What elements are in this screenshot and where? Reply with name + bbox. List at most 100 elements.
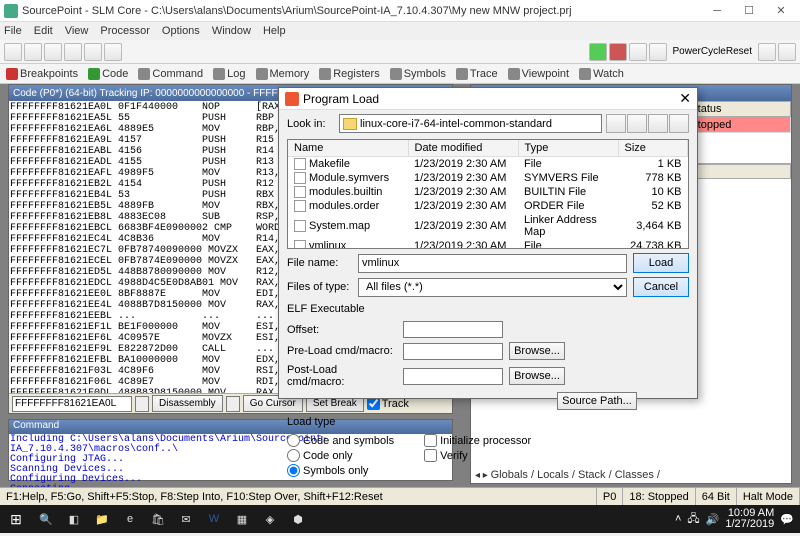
preload-label: Pre-Load cmd/macro: [287, 345, 397, 357]
status-p0: P0 [597, 488, 623, 505]
filename-input[interactable] [358, 254, 627, 273]
menu-file[interactable]: File [4, 25, 22, 37]
app2-icon[interactable]: ◈ [256, 505, 284, 533]
menu-bar: File Edit View Processor Options Window … [0, 22, 800, 40]
search-icon[interactable]: 🔍 [32, 505, 60, 533]
postload-browse-button[interactable]: Browse... [509, 367, 565, 385]
back-icon[interactable] [606, 114, 626, 133]
fl-col-date[interactable]: Date modified [408, 140, 518, 157]
disasm-dropdown-icon[interactable] [226, 396, 240, 412]
offset-input[interactable] [403, 321, 503, 338]
app3-icon[interactable]: ⬢ [284, 505, 312, 533]
tray-vol-icon[interactable]: 🔊 [706, 513, 720, 526]
disassembly-button[interactable]: Disassembly [152, 395, 223, 412]
fl-col-name[interactable]: Name [288, 140, 408, 157]
tb-paste-icon[interactable] [104, 43, 122, 61]
tb-viewpoint[interactable]: Viewpoint [508, 68, 570, 80]
tb-cfg1-icon[interactable] [758, 43, 776, 61]
file-row[interactable]: vmlinux1/23/2019 2:30 AMFile24,738 KB [288, 239, 688, 249]
menu-processor[interactable]: Processor [100, 25, 150, 37]
tb-stop-icon[interactable] [609, 43, 627, 61]
chk-verify[interactable]: Verify [424, 449, 531, 462]
filetype-select[interactable]: All files (*.*) [358, 278, 627, 297]
file-row[interactable]: modules.builtin1/23/2019 2:30 AMBUILTIN … [288, 185, 688, 199]
lookin-combo[interactable]: linux-core-i7-64-intel-common-standard [339, 114, 602, 133]
sourcepath-button[interactable]: Source Path... [557, 392, 637, 410]
app-titlebar: SourcePoint - SLM Core - C:\Users\alans\… [0, 0, 800, 22]
tb-open-icon[interactable] [24, 43, 42, 61]
file-row[interactable]: Module.symvers1/23/2019 2:30 AMSYMVERS F… [288, 171, 688, 185]
dialog-icon [285, 92, 299, 106]
status-bits: 64 Bit [696, 488, 737, 505]
edge-icon[interactable]: e [116, 505, 144, 533]
app-title: SourcePoint - SLM Core - C:\Users\alans\… [22, 5, 702, 17]
opt-symbols-only[interactable]: Symbols only [287, 464, 394, 477]
menu-help[interactable]: Help [263, 25, 286, 37]
load-button[interactable]: Load [633, 253, 689, 273]
opt-code-only[interactable]: Code only [287, 449, 394, 462]
preload-browse-button[interactable]: Browse... [509, 342, 565, 360]
menu-options[interactable]: Options [162, 25, 200, 37]
cancel-button[interactable]: Cancel [633, 277, 689, 297]
fl-col-size[interactable]: Size [618, 140, 688, 157]
tb-save-icon[interactable] [44, 43, 62, 61]
chk-initialize[interactable]: Initialize processor [424, 434, 531, 447]
up-icon[interactable] [627, 114, 647, 133]
minimize-button[interactable]: ─ [702, 2, 732, 20]
windows-taskbar: ⊞ 🔍 ◧ 📁 e 🛍 ✉ W ▦ ◈ ⬢ ˄ 🖧 🔊 10:09 AM1/27… [0, 505, 800, 533]
tb-watch[interactable]: Watch [579, 68, 624, 80]
tb-command[interactable]: Command [138, 68, 203, 80]
menu-edit[interactable]: Edit [34, 25, 53, 37]
postload-input[interactable] [403, 368, 503, 385]
main-toolbar: PowerCycleReset [0, 40, 800, 64]
tb-log[interactable]: Log [213, 68, 245, 80]
app1-icon[interactable]: ▦ [228, 505, 256, 533]
tb-reset-icon[interactable] [649, 43, 667, 61]
start-button[interactable]: ⊞ [0, 505, 32, 533]
word-icon[interactable]: W [200, 505, 228, 533]
tb-cut-icon[interactable] [64, 43, 82, 61]
file-row[interactable]: Makefile1/23/2019 2:30 AMFile1 KB [288, 157, 688, 172]
offset-label: Offset: [287, 324, 397, 336]
viewmode-icon[interactable] [669, 114, 689, 133]
menu-view[interactable]: View [65, 25, 89, 37]
explorer-icon[interactable]: 📁 [88, 505, 116, 533]
preload-input[interactable] [403, 343, 503, 360]
mail-icon[interactable]: ✉ [172, 505, 200, 533]
tb-new-icon[interactable] [4, 43, 22, 61]
tb-trace[interactable]: Trace [456, 68, 498, 80]
tb-registers[interactable]: Registers [319, 68, 379, 80]
dialog-close-icon[interactable]: ✕ [679, 90, 691, 107]
menu-window[interactable]: Window [212, 25, 251, 37]
tb-cfg2-icon[interactable] [778, 43, 796, 61]
file-list[interactable]: Name Date modified Type Size Makefile1/2… [287, 139, 689, 249]
tb-memory[interactable]: Memory [256, 68, 310, 80]
maximize-button[interactable]: ☐ [734, 2, 764, 20]
tb-breakpoints[interactable]: Breakpoints [6, 68, 78, 80]
file-row[interactable]: modules.order1/23/2019 2:30 AMORDER File… [288, 199, 688, 213]
file-row[interactable]: System.map1/23/2019 2:30 AMLinker Addres… [288, 213, 688, 239]
opt-code-symbols[interactable]: Code and symbols [287, 434, 394, 447]
view-toolbar: Breakpoints Code Command Log Memory Regi… [0, 64, 800, 84]
tray-clock[interactable]: 10:09 AM1/27/2019 [725, 508, 774, 530]
tb-code[interactable]: Code [88, 68, 128, 80]
status-mode: Halt Mode [737, 488, 800, 505]
tb-symbols[interactable]: Symbols [390, 68, 446, 80]
taskview-icon[interactable]: ◧ [60, 505, 88, 533]
close-button[interactable]: ✕ [766, 2, 796, 20]
app-icon [4, 4, 18, 18]
powercycle-label[interactable]: PowerCycleReset [673, 46, 752, 57]
tb-copy-icon[interactable] [84, 43, 102, 61]
tray-up-icon[interactable]: ˄ [675, 513, 681, 525]
tray-net-icon[interactable]: 🖧 [687, 510, 699, 529]
store-icon[interactable]: 🛍 [144, 505, 172, 533]
address-input[interactable] [12, 396, 132, 412]
tray-notif-icon[interactable]: 💬 [780, 513, 794, 526]
fl-col-type[interactable]: Type [518, 140, 618, 157]
system-tray[interactable]: ˄ 🖧 🔊 10:09 AM1/27/2019 💬 [669, 508, 800, 530]
newfolder-icon[interactable] [648, 114, 668, 133]
tb-go-icon[interactable] [589, 43, 607, 61]
addr-dropdown-icon[interactable] [135, 396, 149, 412]
vp-col-status[interactable]: Status [686, 102, 791, 117]
tb-step-icon[interactable] [629, 43, 647, 61]
